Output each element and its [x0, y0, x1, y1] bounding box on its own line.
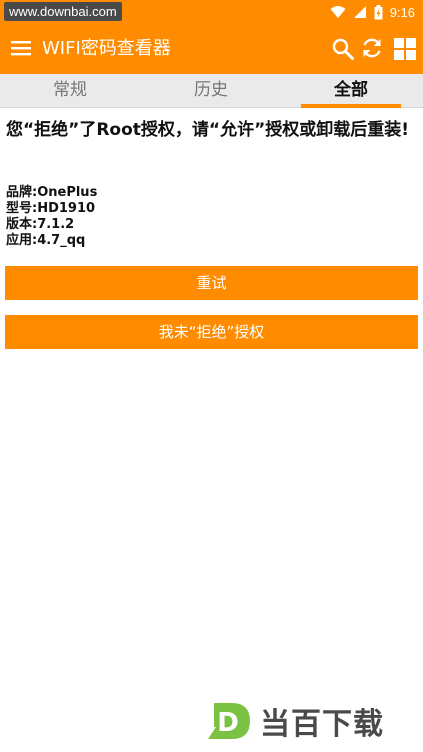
menu-icon[interactable] [11, 39, 31, 57]
battery-icon [374, 4, 383, 19]
info-label: 型号: [6, 201, 38, 216]
info-row-app: 应用:4.7_qq [6, 233, 306, 249]
logo-letter: D [217, 708, 239, 738]
app-title: WIFI密码查看器 [42, 38, 171, 59]
device-info: 品牌:OnePlus 型号:HD1910 版本:7.1.2 应用:4.7_qq [6, 185, 306, 249]
info-value: 7.1.2 [37, 217, 75, 232]
info-value: OnePlus [37, 185, 98, 200]
info-label: 版本: [6, 217, 38, 232]
not-denied-button[interactable]: 我未“拒绝”授权 [5, 315, 418, 349]
refresh-icon[interactable] [360, 36, 384, 60]
info-value: HD1910 [37, 201, 96, 216]
info-value: 4.7_qq [37, 233, 86, 248]
tab-bar: 常规 历史 全部 [0, 74, 423, 108]
logo-d-icon: D [208, 703, 250, 739]
root-denied-message: 您“拒绝”了Root授权，请“允许”授权或卸载后重装! [6, 120, 410, 140]
info-row-model: 型号:HD1910 [6, 201, 306, 217]
logo-text: 当百下载 [260, 707, 384, 742]
info-row-version: 版本:7.1.2 [6, 217, 306, 233]
status-bar: www.downbai.com 9:16 [0, 0, 423, 24]
wifi-icon [330, 6, 346, 18]
signal-icon [353, 6, 366, 18]
watermark-url-badge: www.downbai.com [4, 2, 122, 21]
tab-all[interactable]: 全部 [301, 74, 401, 108]
retry-button[interactable]: 重试 [5, 266, 418, 300]
tab-history[interactable]: 历史 [161, 74, 261, 108]
info-label: 应用: [6, 233, 38, 248]
status-time: 9:16 [389, 4, 415, 20]
grid-icon[interactable] [393, 37, 417, 61]
status-icons: 9:16 [330, 0, 415, 24]
tab-general[interactable]: 常规 [20, 74, 120, 108]
tab-indicator [301, 104, 401, 108]
info-label: 品牌: [6, 185, 38, 200]
search-icon[interactable] [331, 37, 355, 61]
watermark-logo: D 当百下载 [206, 700, 384, 742]
info-row-brand: 品牌:OnePlus [6, 185, 306, 201]
app-bar: WIFI密码查看器 [0, 24, 423, 74]
